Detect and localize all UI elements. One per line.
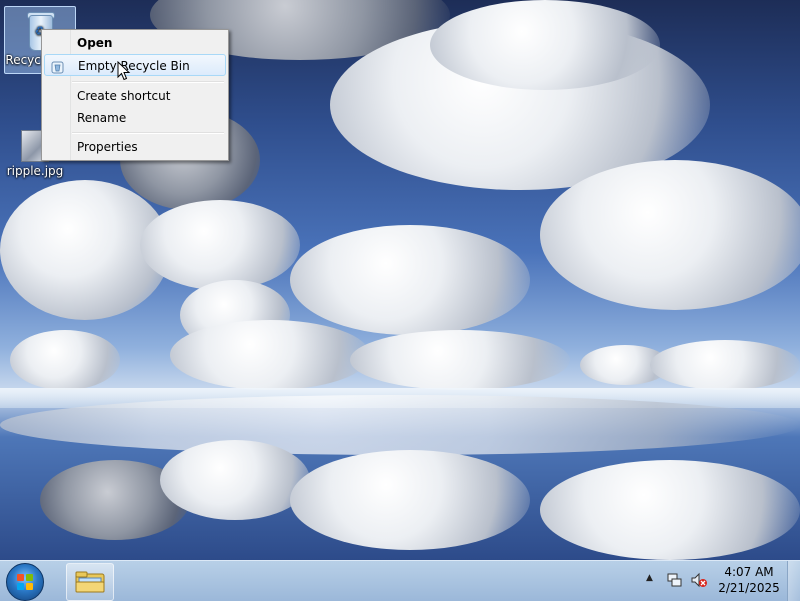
- wallpaper-cloud: [140, 200, 300, 290]
- menu-item-open[interactable]: Open: [44, 32, 226, 54]
- menu-item-create-shortcut[interactable]: Create shortcut: [44, 85, 226, 107]
- network-icon[interactable]: [666, 571, 684, 589]
- folder-icon: [75, 571, 105, 593]
- clock-time: 4:07 AM: [724, 565, 774, 579]
- wallpaper-reflection: [0, 395, 800, 455]
- desktop-icon-label: ripple.jpg: [6, 164, 64, 178]
- wallpaper-cloud: [170, 320, 370, 390]
- show-desktop-button[interactable]: [787, 561, 800, 601]
- start-button[interactable]: [6, 563, 44, 601]
- taskbar-clock[interactable]: 4:07 AM 2/21/2025: [712, 564, 786, 596]
- menu-item-properties[interactable]: Properties: [44, 136, 226, 158]
- wallpaper-cloud: [10, 330, 120, 390]
- chevron-up-icon[interactable]: ▲: [646, 573, 653, 583]
- taskbar-explorer-button[interactable]: [66, 563, 114, 601]
- menu-separator: [72, 81, 224, 83]
- menu-item-label: Open: [77, 36, 113, 50]
- shield-icon: [51, 59, 64, 74]
- menu-separator: [72, 132, 224, 134]
- menu-item-label: Empty Recycle Bin: [78, 59, 190, 73]
- wallpaper-reflection: [540, 460, 800, 560]
- wallpaper-cloud: [650, 340, 800, 390]
- wallpaper-cloud: [350, 330, 570, 390]
- mouse-cursor-icon: [117, 61, 131, 81]
- wallpaper-cloud: [430, 0, 660, 90]
- menu-item-label: Rename: [77, 111, 127, 125]
- wallpaper-reflection: [160, 440, 310, 520]
- taskbar: ▲ 4:07 AM 2/21/2025: [0, 560, 800, 601]
- menu-item-rename[interactable]: Rename: [44, 107, 226, 129]
- windows-logo-icon: [17, 574, 33, 590]
- volume-muted-icon[interactable]: [690, 571, 708, 589]
- menu-item-label: Create shortcut: [77, 89, 171, 103]
- wallpaper-reflection: [290, 450, 530, 550]
- context-menu: Open Empty Recycle Bin Create shortcut R…: [41, 29, 229, 161]
- clock-date: 2/21/2025: [718, 581, 780, 595]
- menu-item-label: Properties: [77, 140, 138, 154]
- desktop[interactable]: ♻ Recycle Bin ripple.jpg Open Empty Recy…: [0, 0, 800, 560]
- wallpaper-cloud: [540, 160, 800, 310]
- wallpaper-cloud: [290, 225, 530, 335]
- menu-item-empty-recycle-bin[interactable]: Empty Recycle Bin: [44, 54, 226, 76]
